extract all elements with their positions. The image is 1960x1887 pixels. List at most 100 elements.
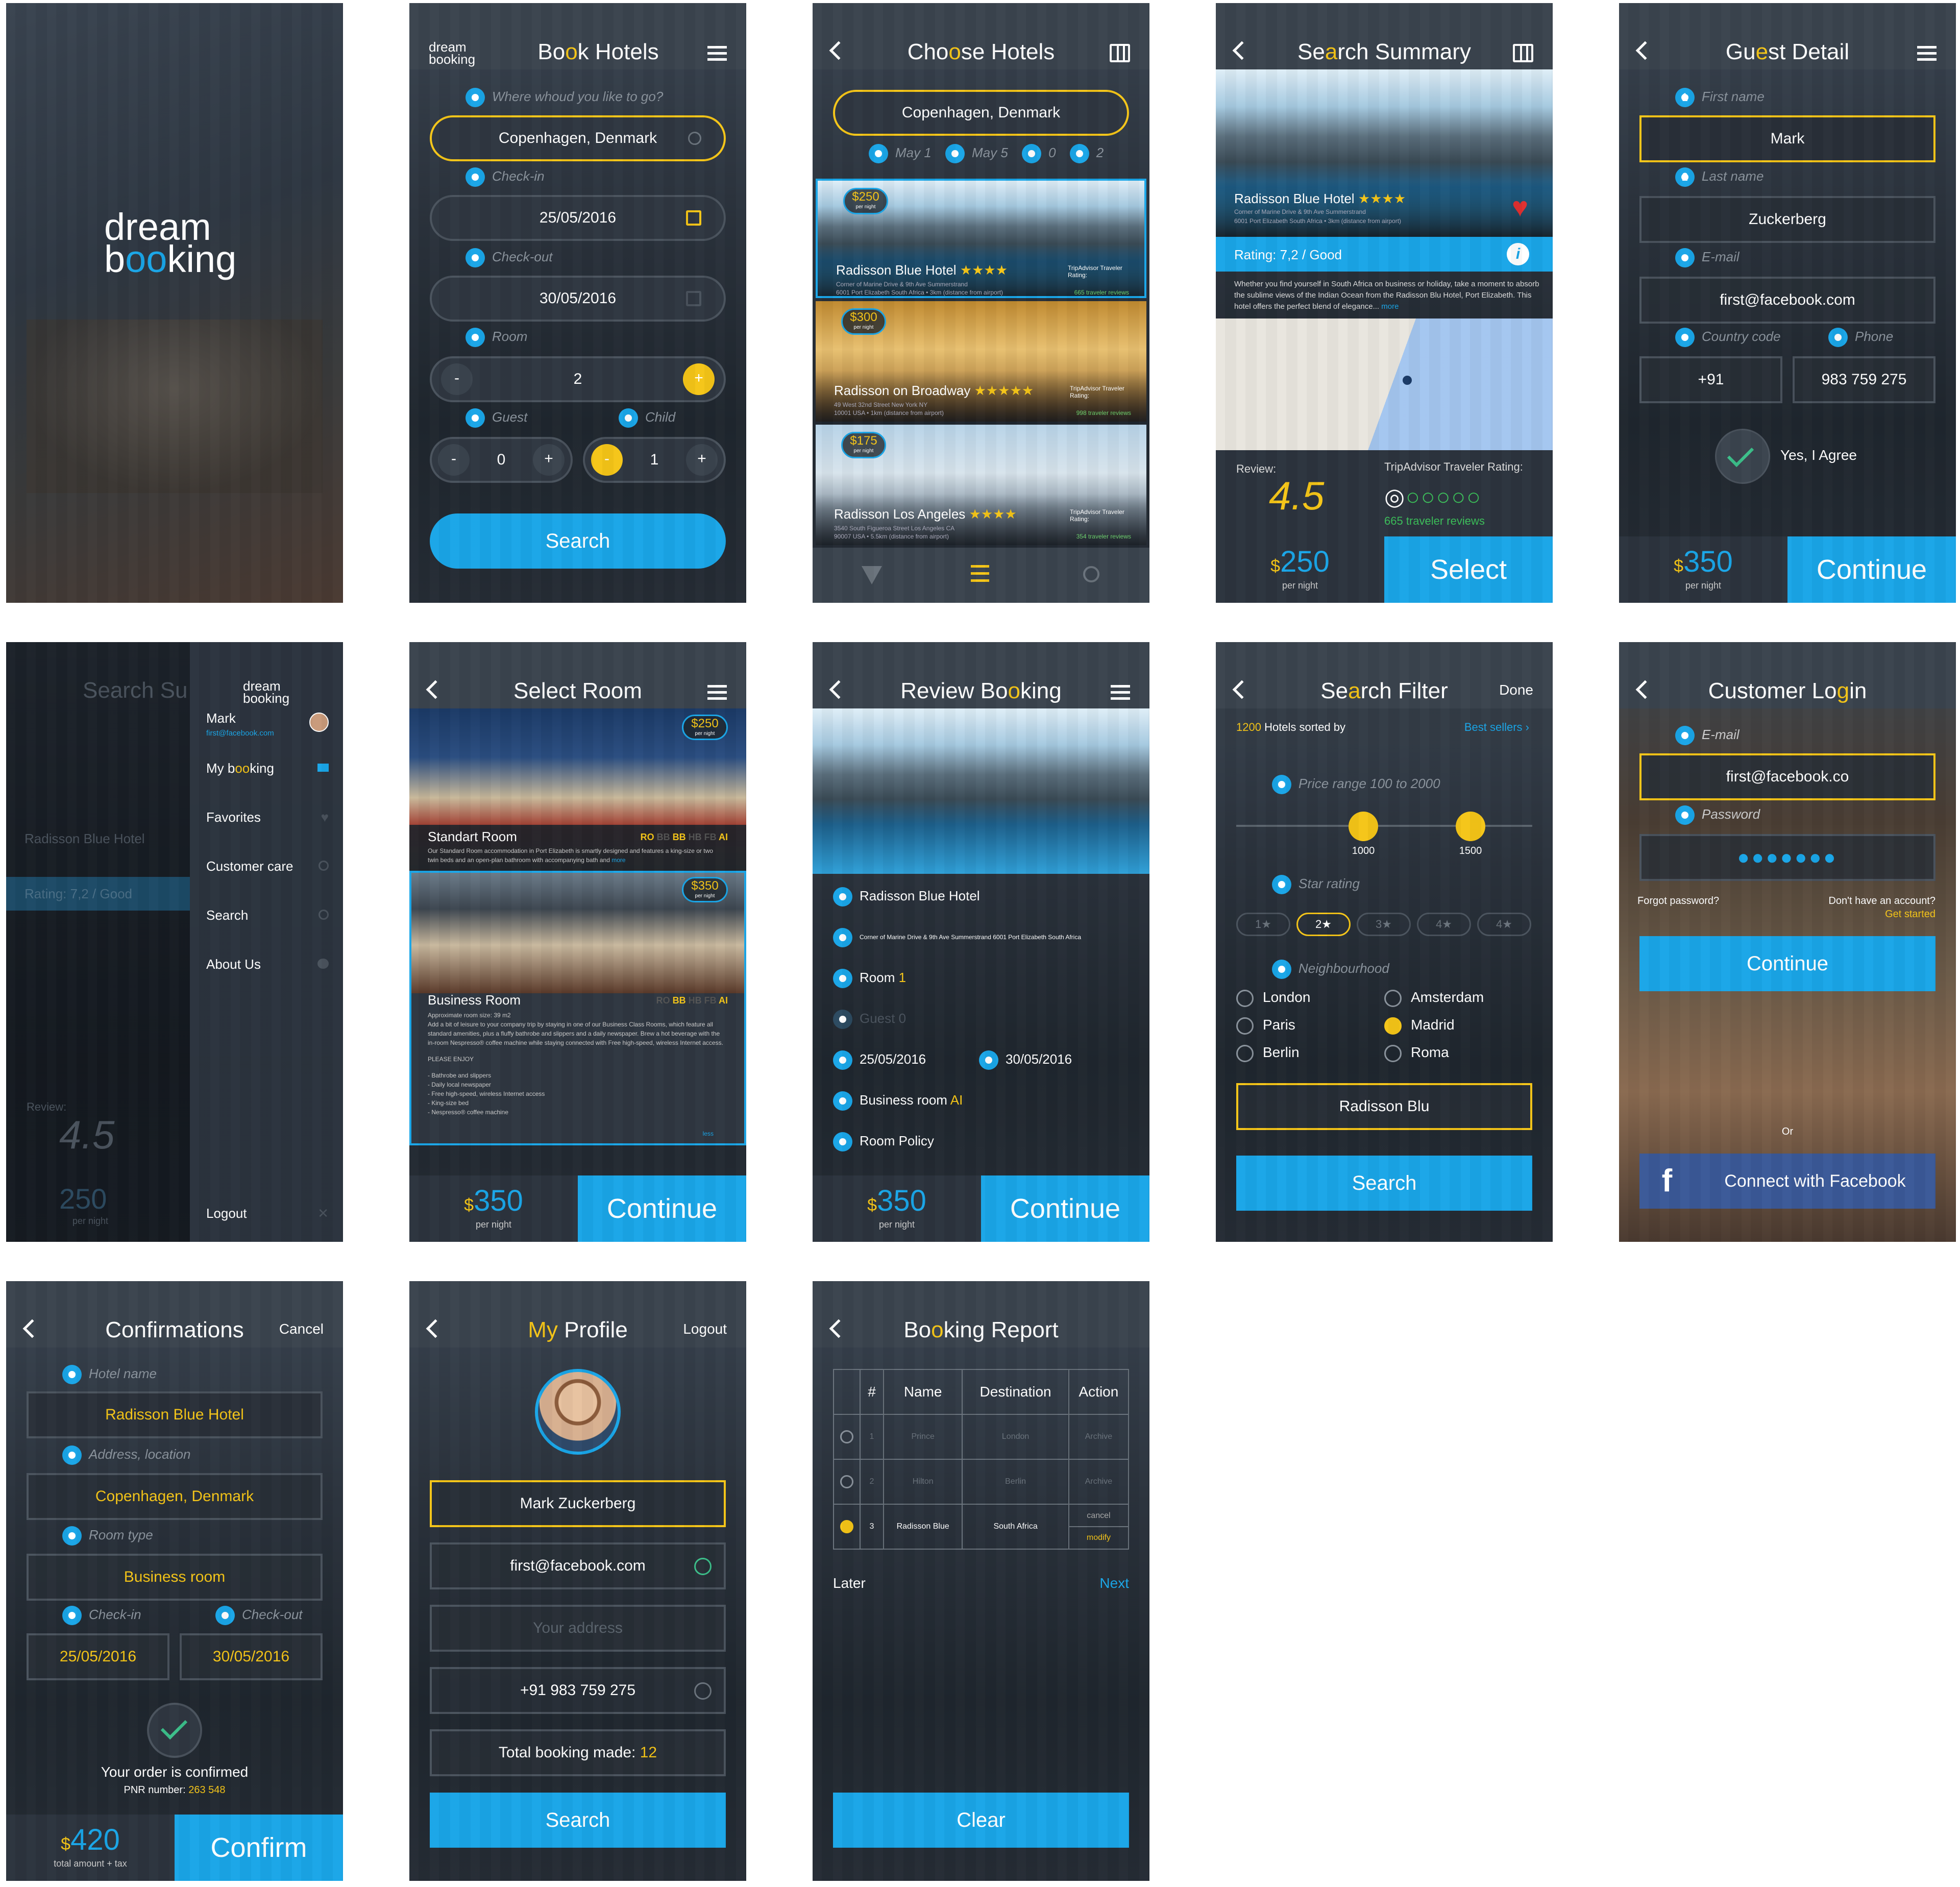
child-minus-button[interactable]: -: [591, 444, 623, 476]
footer: $420 total amount + tax Confirm: [6, 1815, 343, 1881]
filter-icon[interactable]: [862, 566, 882, 584]
map-icon[interactable]: [1513, 44, 1533, 62]
menu-icon[interactable]: [707, 685, 727, 700]
continue-button[interactable]: Continue: [578, 1175, 746, 1242]
room-plus-button[interactable]: +: [683, 363, 715, 395]
bg-review: 4.5: [59, 1112, 115, 1157]
star-option-1[interactable]: 1★: [1236, 913, 1290, 936]
price-slider[interactable]: [1236, 825, 1532, 827]
clear-button[interactable]: Clear: [833, 1793, 1129, 1848]
menu-item-customer-care[interactable]: Customer care: [206, 859, 329, 874]
name-field[interactable]: Mark Zuckerberg: [430, 1480, 726, 1527]
profile-avatar[interactable]: [535, 1369, 621, 1455]
logout-item[interactable]: Logout ✕: [206, 1206, 329, 1221]
col-destination: Destination: [962, 1369, 1069, 1415]
search-button[interactable]: Search: [1236, 1156, 1532, 1211]
address-field[interactable]: Your address: [430, 1605, 726, 1652]
slider-max-handle[interactable]: [1456, 812, 1485, 841]
hotel-card[interactable]: $175per night Radisson Los Angeles 3540 …: [816, 425, 1146, 545]
guest-minus-button[interactable]: -: [438, 444, 470, 476]
menu-item-my-booking[interactable]: My booking: [206, 761, 329, 776]
email-field[interactable]: first@facebook.com: [430, 1542, 726, 1589]
less-link[interactable]: less: [703, 1130, 714, 1137]
star-option-4[interactable]: 4★: [1417, 913, 1471, 936]
avatar[interactable]: [309, 713, 329, 732]
continue-button[interactable]: Continue: [981, 1175, 1149, 1242]
hood-amsterdam[interactable]: Amsterdam: [1384, 989, 1484, 1007]
search-icon[interactable]: [1083, 566, 1099, 582]
sort-icon[interactable]: [971, 565, 989, 585]
map-icon[interactable]: [1110, 44, 1130, 62]
hood-madrid[interactable]: Madrid: [1384, 1017, 1455, 1035]
search-button[interactable]: Search: [430, 1793, 726, 1848]
row-radio[interactable]: [840, 1475, 853, 1488]
hood-roma[interactable]: Roma: [1384, 1044, 1449, 1062]
menu-icon[interactable]: [1111, 685, 1130, 700]
next-button[interactable]: Next: [1099, 1575, 1129, 1591]
star-option-2[interactable]: 2★: [1296, 913, 1351, 936]
facebook-button[interactable]: f Connect with Facebook: [1639, 1154, 1935, 1209]
heart-icon[interactable]: ♥: [1512, 193, 1528, 221]
table-row[interactable]: 2 Hilton Berlin Archive: [833, 1459, 1130, 1505]
address-label: Address, location: [62, 1445, 190, 1465]
last-name-input[interactable]: Zuckerberg: [1639, 196, 1935, 243]
star-option-5[interactable]: 4★: [1477, 913, 1531, 936]
checkout-input[interactable]: 30/05/2016: [430, 276, 726, 322]
info-icon[interactable]: i: [1507, 243, 1529, 265]
continue-button[interactable]: Continue: [1639, 936, 1935, 991]
room-card[interactable]: $250 per night Standart Room RO BB BB HB …: [409, 708, 746, 871]
menu-item-search[interactable]: Search: [206, 908, 329, 923]
logout-button[interactable]: Logout: [683, 1321, 727, 1337]
or-divider: Or: [1781, 1126, 1794, 1137]
cancel-link[interactable]: cancel: [1069, 1505, 1128, 1527]
menu-item-about[interactable]: About Us: [206, 957, 329, 972]
row-radio[interactable]: [840, 1520, 853, 1533]
archive-link[interactable]: Archive: [1068, 1414, 1130, 1460]
hotel-card[interactable]: $300 per night Radisson on Broadway ★★★★★…: [816, 301, 1146, 422]
menu-icon[interactable]: [1917, 46, 1937, 61]
room-card-selected[interactable]: $350 per night Business Room RO BB HB FB …: [409, 871, 746, 1145]
email-input[interactable]: first@facebook.com: [1639, 277, 1935, 324]
destination-input[interactable]: Copenhagen, Denmark: [430, 115, 726, 161]
confirm-button[interactable]: Confirm: [175, 1815, 343, 1881]
guest-plus-button[interactable]: +: [533, 444, 565, 476]
sort-select[interactable]: Best sellers ›: [1464, 721, 1529, 734]
done-button[interactable]: Done: [1499, 682, 1533, 698]
agree-checkbox[interactable]: [1715, 429, 1770, 484]
search-button[interactable]: Search: [430, 513, 726, 569]
destination-field[interactable]: Copenhagen, Denmark: [833, 90, 1129, 136]
hood-paris[interactable]: Paris: [1236, 1017, 1295, 1035]
star-option-3[interactable]: 3★: [1357, 913, 1411, 936]
archive-link[interactable]: Archive: [1068, 1459, 1130, 1505]
review-guest: Guest 0: [833, 1010, 906, 1029]
menu-item-favorites[interactable]: Favorites ♥: [206, 810, 329, 825]
country-code-input[interactable]: +91: [1639, 356, 1782, 403]
first-name-input[interactable]: Mark: [1639, 115, 1935, 162]
child-plus-button[interactable]: +: [686, 444, 718, 476]
forgot-password-link[interactable]: Forgot password?: [1637, 895, 1719, 907]
phone-input[interactable]: 983 759 275: [1793, 356, 1935, 403]
tripadvisor-label: TripAdvisor Traveler Rating:: [1384, 460, 1523, 473]
table-row[interactable]: 1 Prince London Archive: [833, 1414, 1130, 1460]
hood-berlin[interactable]: Berlin: [1236, 1044, 1300, 1062]
cancel-button[interactable]: Cancel: [279, 1321, 324, 1337]
location-map[interactable]: [1216, 318, 1553, 450]
password-input[interactable]: ●●●●●●●: [1639, 834, 1935, 881]
select-button[interactable]: Select: [1384, 536, 1553, 603]
later-button[interactable]: Later: [833, 1575, 866, 1591]
email-input[interactable]: first@facebook.co: [1639, 753, 1935, 800]
room-minus-button[interactable]: -: [441, 363, 473, 395]
get-started-link[interactable]: Get started: [1885, 909, 1935, 920]
checkin-input[interactable]: 25/05/2016: [430, 195, 726, 241]
menu-icon[interactable]: [707, 46, 727, 61]
room-policy-link[interactable]: Room Policy: [833, 1132, 934, 1151]
modify-link[interactable]: modify: [1069, 1527, 1128, 1549]
phone-field[interactable]: +91 983 759 275: [430, 1667, 726, 1714]
hood-london[interactable]: London: [1236, 989, 1310, 1007]
slider-min-handle[interactable]: [1349, 812, 1378, 841]
hotel-card[interactable]: $250per night Radisson Blue Hotel Corner…: [816, 179, 1146, 298]
continue-button[interactable]: Continue: [1787, 536, 1956, 603]
table-row[interactable]: 3 Radisson Blue South Africa cancel modify: [833, 1504, 1130, 1550]
row-radio[interactable]: [840, 1430, 853, 1443]
hotel-name-input[interactable]: Radisson Blu: [1236, 1083, 1532, 1130]
